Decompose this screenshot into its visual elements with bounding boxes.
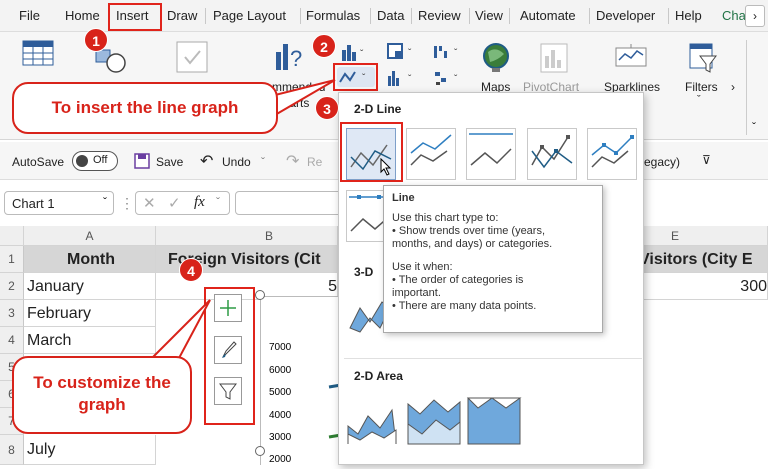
callout-customize-line2: graph — [78, 395, 126, 414]
callout-arrow-customize — [147, 299, 211, 361]
step-badge-1: 1 — [84, 28, 108, 52]
step-badge-4: 4 — [179, 258, 203, 282]
step-badge-2: 2 — [312, 34, 336, 58]
callout-insert-line-graph: To insert the line graph — [12, 82, 278, 134]
callout-customize-graph: To customize the graph — [12, 356, 192, 434]
step-badge-3: 3 — [315, 96, 339, 120]
callout-customize-line1: To customize the — [33, 373, 171, 392]
